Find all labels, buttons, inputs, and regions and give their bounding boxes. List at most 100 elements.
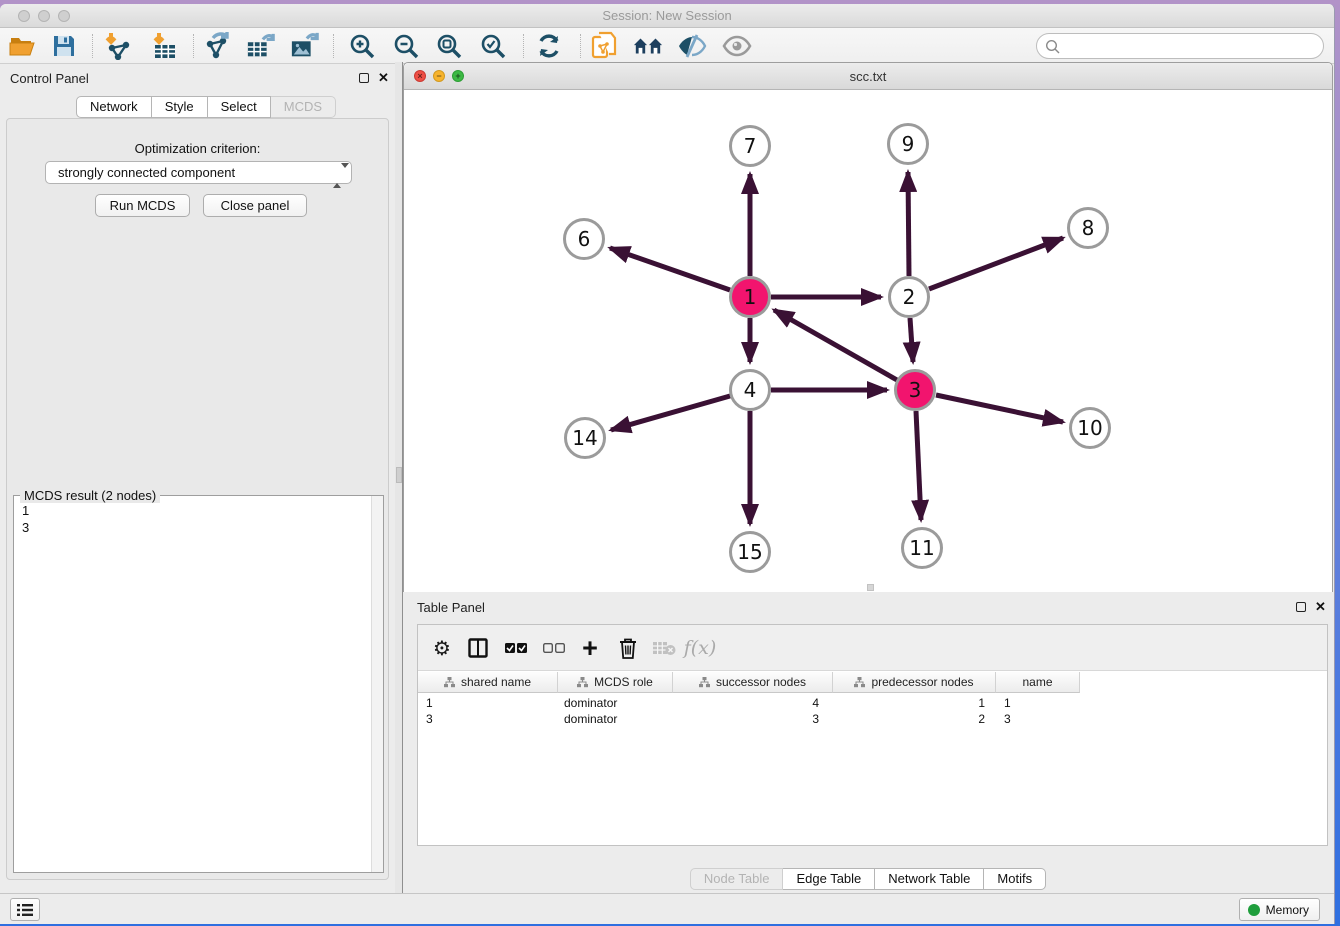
edge-3-1[interactable] <box>774 310 897 380</box>
panel-divider[interactable] <box>395 62 403 893</box>
zoom-in-button[interactable] <box>347 32 377 60</box>
network-canvas[interactable]: 7 9 6 8 1 2 4 3 14 10 15 11 <box>404 90 1332 592</box>
cell-predecessor-nodes[interactable]: 2 <box>833 711 985 727</box>
table-row[interactable]: 3 dominator 3 2 3 <box>418 711 1327 727</box>
table-row[interactable]: 1 dominator 4 1 1 <box>418 695 1327 711</box>
network-window-titlebar[interactable]: × − + scc.txt <box>404 63 1332 90</box>
memory-label: Memory <box>1266 903 1309 917</box>
eye-icon <box>722 35 752 57</box>
fx-icon: f(x) <box>684 637 717 659</box>
deselect-all-button[interactable] <box>538 633 570 663</box>
save-session-button[interactable] <box>49 32 79 60</box>
node-1[interactable]: 1 <box>729 276 771 318</box>
tab-motifs[interactable]: Motifs <box>984 868 1046 890</box>
close-panel-icon[interactable]: ✕ <box>378 70 389 86</box>
edge-2-9[interactable] <box>908 172 909 276</box>
open-file-button[interactable] <box>8 32 38 60</box>
edge-2-8[interactable] <box>929 238 1063 289</box>
mcds-result-text[interactable]: 1 3 <box>22 502 29 536</box>
export-network-button[interactable] <box>203 32 233 60</box>
show-columns-button[interactable] <box>462 633 494 663</box>
zoom-out-button[interactable] <box>391 32 421 60</box>
float-panel-icon[interactable] <box>359 73 369 83</box>
edge-1-6[interactable] <box>610 248 730 290</box>
refresh-icon <box>536 33 562 59</box>
first-neighbors-button[interactable] <box>633 32 663 60</box>
tab-select[interactable]: Select <box>208 96 271 118</box>
zoom-selected-button[interactable] <box>478 32 508 60</box>
tab-node-table[interactable]: Node Table <box>690 868 784 890</box>
network-view-window: × − + scc.txt <box>403 62 1333 592</box>
show-all-button[interactable] <box>722 32 752 60</box>
houses-icon <box>633 34 663 58</box>
clone-network-button[interactable] <box>590 32 620 60</box>
status-bar: Memory <box>0 893 1334 924</box>
node-11[interactable]: 11 <box>901 527 943 569</box>
select-all-button[interactable] <box>500 633 532 663</box>
divider-grip[interactable] <box>396 467 402 483</box>
node-4[interactable]: 4 <box>729 369 771 411</box>
node-6[interactable]: 6 <box>563 218 605 260</box>
import-network-button[interactable] <box>103 32 133 60</box>
edge-2-3[interactable] <box>910 318 913 362</box>
column-header-mcds-role[interactable]: MCDS role <box>558 672 673 693</box>
node-15[interactable]: 15 <box>729 531 771 573</box>
column-header-name[interactable]: name <box>996 672 1080 693</box>
criterion-dropdown[interactable]: strongly connected component <box>45 161 352 184</box>
zoom-fit-button[interactable] <box>434 32 464 60</box>
cell-shared-name[interactable]: 3 <box>426 711 552 727</box>
cell-shared-name[interactable]: 1 <box>426 695 552 711</box>
table-settings-button[interactable]: ⚙ <box>426 633 458 663</box>
clear-table-icon <box>652 640 676 656</box>
node-10[interactable]: 10 <box>1069 407 1111 449</box>
mcds-result-title: MCDS result (2 nodes) <box>20 488 160 503</box>
delete-column-button[interactable] <box>612 633 644 663</box>
cell-successor-nodes[interactable]: 3 <box>673 711 819 727</box>
edge-3-11[interactable] <box>916 411 921 520</box>
control-panel-header: Control Panel ✕ <box>0 64 395 94</box>
apply-layout-button[interactable] <box>534 32 564 60</box>
title-bar: Session: New Session <box>0 4 1334 28</box>
node-9[interactable]: 9 <box>887 123 929 165</box>
tab-network[interactable]: Network <box>76 96 152 118</box>
float-table-panel-icon[interactable] <box>1296 602 1306 612</box>
cell-mcds-role[interactable]: dominator <box>564 695 667 711</box>
column-header-predecessor-nodes[interactable]: predecessor nodes <box>833 672 996 693</box>
tab-network-table[interactable]: Network Table <box>875 868 984 890</box>
zoom-in-icon <box>348 32 376 60</box>
optimization-criterion-label: Optimization criterion: <box>7 141 388 156</box>
memory-button[interactable]: Memory <box>1239 898 1320 921</box>
cell-mcds-role[interactable]: dominator <box>564 711 667 727</box>
hide-selected-button[interactable] <box>677 32 707 60</box>
tab-mcds[interactable]: MCDS <box>271 96 336 118</box>
result-scrollbar[interactable] <box>371 496 383 872</box>
close-table-panel-icon[interactable]: ✕ <box>1315 599 1326 615</box>
control-panel-tabs: Network Style Select MCDS <box>76 96 336 118</box>
cell-name[interactable]: 1 <box>1004 695 1074 711</box>
export-image-button[interactable] <box>290 32 320 60</box>
node-2[interactable]: 2 <box>888 276 930 318</box>
task-history-button[interactable] <box>10 898 40 921</box>
add-column-button[interactable]: + <box>574 633 606 663</box>
column-header-successor-nodes[interactable]: successor nodes <box>673 672 833 693</box>
tab-style[interactable]: Style <box>152 96 208 118</box>
cell-predecessor-nodes[interactable]: 1 <box>833 695 985 711</box>
node-3[interactable]: 3 <box>894 369 936 411</box>
cell-successor-nodes[interactable]: 4 <box>673 695 819 711</box>
node-8[interactable]: 8 <box>1067 207 1109 249</box>
search-input[interactable] <box>1065 36 1315 56</box>
edge-4-14[interactable] <box>611 396 730 430</box>
node-7[interactable]: 7 <box>729 125 771 167</box>
import-table-button[interactable] <box>150 32 180 60</box>
tab-edge-table[interactable]: Edge Table <box>783 868 875 890</box>
export-table-button[interactable] <box>246 32 276 60</box>
cell-name[interactable]: 3 <box>1004 711 1074 727</box>
search-icon <box>1045 39 1061 55</box>
canvas-resize-grip[interactable] <box>867 584 874 591</box>
unchecked-boxes-icon <box>543 643 565 653</box>
column-header-shared-name[interactable]: shared name <box>418 672 558 693</box>
node-14[interactable]: 14 <box>564 417 606 459</box>
run-mcds-button[interactable]: Run MCDS <box>95 194 190 217</box>
edge-3-10[interactable] <box>936 395 1063 422</box>
close-panel-button[interactable]: Close panel <box>203 194 307 217</box>
